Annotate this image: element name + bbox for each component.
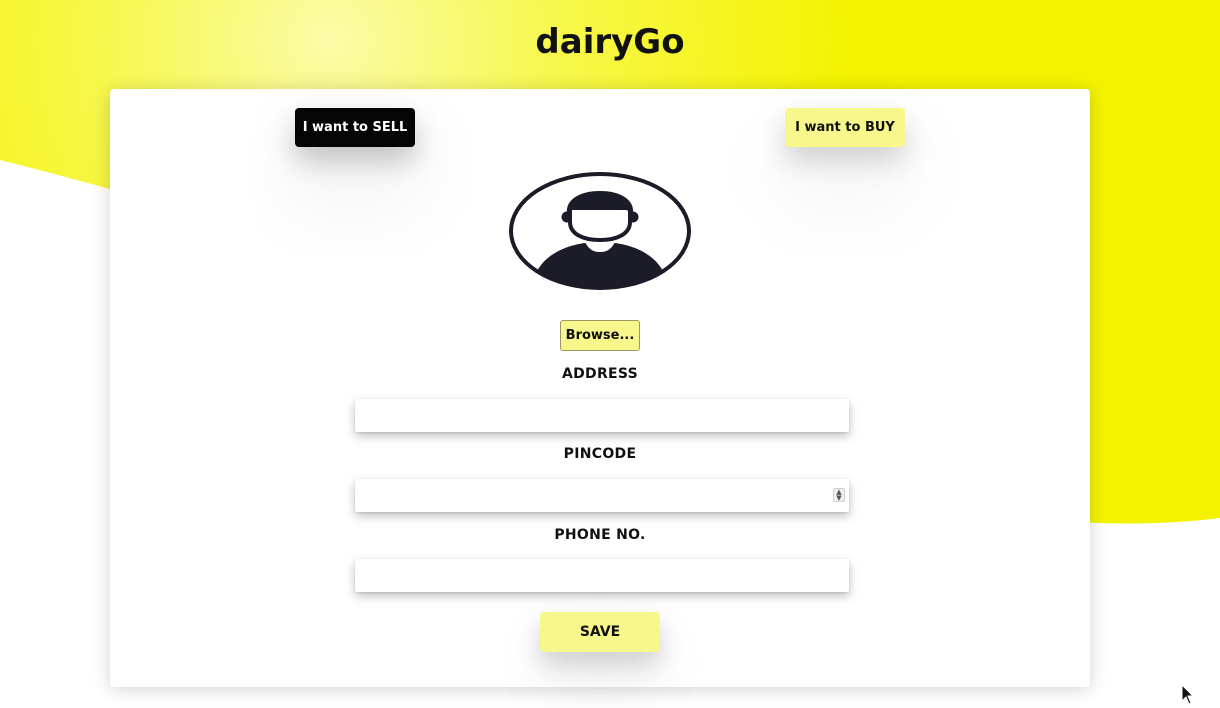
pincode-input[interactable] — [355, 479, 849, 512]
sell-role-button[interactable]: I want to SELL — [295, 108, 415, 147]
buy-role-button[interactable]: I want to BUY — [785, 108, 905, 147]
app-title: dairyGo — [535, 22, 685, 62]
profile-card: I want to SELL I want to BUY Browse... A… — [110, 89, 1090, 687]
address-label: ADDRESS — [561, 366, 639, 382]
user-avatar-icon — [507, 170, 693, 292]
pincode-label: PINCODE — [563, 446, 637, 462]
phone-label: PHONE NO. — [554, 527, 646, 543]
save-button[interactable]: SAVE — [540, 612, 660, 652]
address-input[interactable] — [355, 399, 849, 432]
mouse-cursor-icon — [1181, 684, 1195, 705]
pincode-spinner-icon[interactable]: ▲ ▼ — [833, 488, 845, 502]
browse-photo-button[interactable]: Browse... — [560, 320, 640, 351]
phone-input[interactable] — [355, 559, 849, 592]
